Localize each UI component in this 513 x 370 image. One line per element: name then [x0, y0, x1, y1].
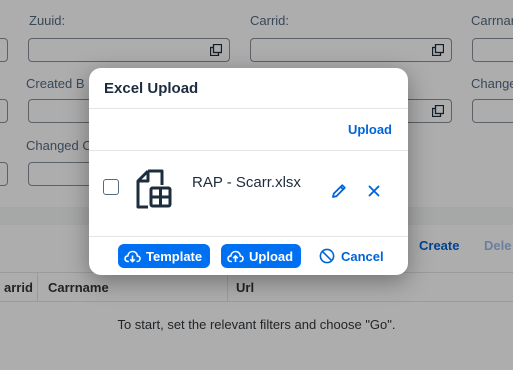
- cloud-upload-icon: [227, 250, 244, 262]
- upload-collection-toolbar: Upload: [89, 108, 408, 151]
- cancel-icon: [319, 248, 335, 264]
- cloud-download-icon: [124, 250, 141, 262]
- template-button-label: Template: [146, 248, 203, 264]
- excel-attachment-icon: [136, 169, 172, 209]
- list-item[interactable]: RAP - Scarr.xlsx: [89, 151, 408, 236]
- dialog-header: Excel Upload: [89, 68, 408, 109]
- file-checkbox[interactable]: [103, 179, 119, 195]
- template-button[interactable]: Template: [118, 244, 211, 268]
- upload-button[interactable]: Upload: [221, 244, 302, 268]
- dialog-title: Excel Upload: [104, 80, 199, 97]
- upload-button-label: Upload: [249, 248, 294, 264]
- file-name-link[interactable]: RAP - Scarr.xlsx: [192, 174, 301, 191]
- cancel-button-label: Cancel: [341, 248, 384, 264]
- excel-upload-dialog: Excel Upload Upload RAP - Scarr.xlsx Tem…: [89, 68, 408, 275]
- cancel-button[interactable]: Cancel: [315, 244, 388, 268]
- upload-link-button[interactable]: Upload: [348, 122, 392, 137]
- dialog-footer: Template Upload Cancel: [89, 236, 408, 275]
- app-page: Zuuid: Carrid: Carrname Created B Change…: [0, 0, 513, 370]
- close-icon[interactable]: [364, 181, 384, 201]
- edit-icon[interactable]: [329, 181, 349, 201]
